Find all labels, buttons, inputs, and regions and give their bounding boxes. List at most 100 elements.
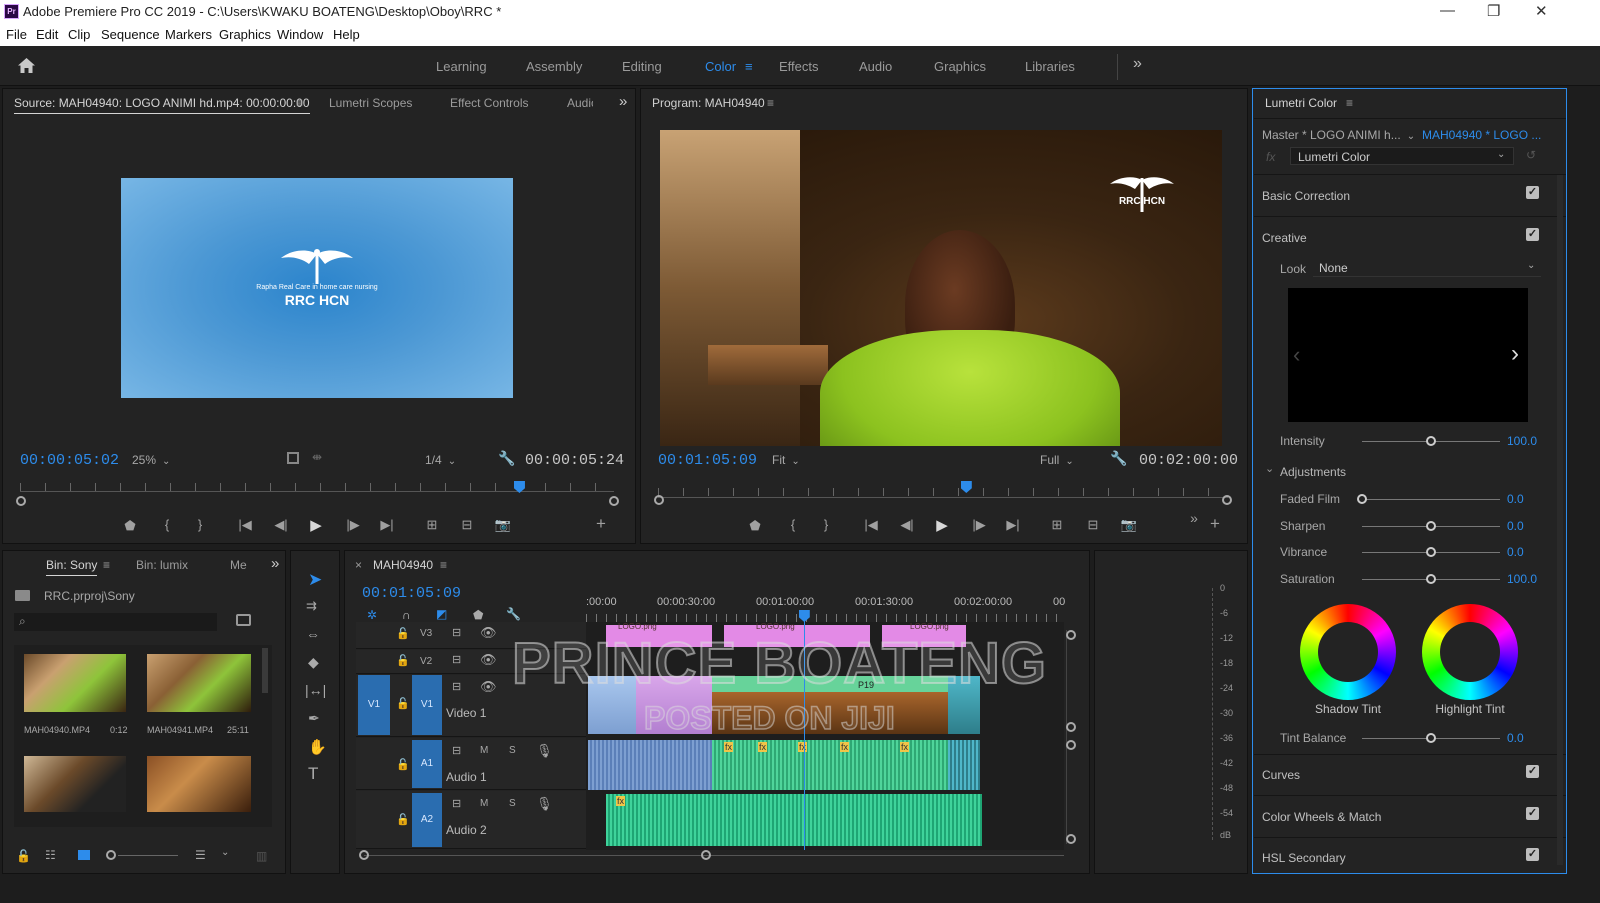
program-zoom-handle-right[interactable] bbox=[1222, 495, 1232, 505]
highlight-tint-wheel[interactable] bbox=[1422, 604, 1518, 700]
sharpen-value[interactable]: 0.0 bbox=[1507, 519, 1524, 533]
section-creative[interactable]: Creative bbox=[1262, 231, 1307, 245]
source-resolution-dropdown[interactable]: 1/4 bbox=[425, 453, 456, 467]
track-select-tool-icon[interactable]: ⇉ bbox=[306, 598, 317, 614]
razor-tool-icon[interactable]: ◆ bbox=[308, 654, 319, 671]
lock-track-icon[interactable]: 🔓 bbox=[396, 697, 410, 710]
timeline-vertical-scrollbar[interactable] bbox=[1066, 630, 1067, 844]
program-step-forward-icon[interactable]: |▶ bbox=[970, 517, 988, 533]
source-patch-v1[interactable]: V1 bbox=[358, 675, 390, 735]
workspace-learning[interactable]: Learning bbox=[436, 59, 487, 74]
project-overflow-icon[interactable]: » bbox=[271, 555, 279, 572]
insert-overwrite-icon[interactable]: ⇼ bbox=[312, 450, 322, 464]
reset-icon[interactable]: ↺ bbox=[1526, 148, 1536, 162]
timeline-settings-icon[interactable]: 🔧 bbox=[506, 607, 521, 621]
program-timecode[interactable]: 00:01:05:09 bbox=[658, 452, 757, 469]
faded-film-knob[interactable] bbox=[1357, 494, 1367, 504]
program-step-back-icon[interactable]: ◀| bbox=[898, 517, 916, 533]
project-search-input[interactable]: ⌕ bbox=[14, 613, 217, 631]
program-play-icon[interactable]: ▶ bbox=[933, 516, 951, 534]
settings-wrench-icon[interactable]: 🔧 bbox=[498, 450, 515, 467]
program-export-frame-icon[interactable]: 📷 bbox=[1120, 517, 1138, 533]
creative-checkbox[interactable]: ✓ bbox=[1526, 228, 1539, 241]
type-tool-icon[interactable]: T bbox=[308, 764, 318, 784]
source-zoom-dropdown[interactable]: 25% bbox=[132, 453, 170, 467]
lock-track-icon[interactable]: 🔓 bbox=[396, 758, 410, 771]
tab-source[interactable]: Source: MAH04940: LOGO ANIMI hd.mp4: 00:… bbox=[14, 96, 310, 114]
lift-icon[interactable]: ⊞ bbox=[1048, 517, 1066, 533]
menu-sequence[interactable]: Sequence bbox=[101, 27, 160, 42]
toggle-sync-icon[interactable]: ⊟ bbox=[452, 744, 461, 757]
look-dropdown[interactable]: None ⌄ bbox=[1313, 259, 1541, 277]
thumbnail-clip-3[interactable] bbox=[24, 756, 126, 812]
effect-dropdown[interactable]: Lumetri Color ⌄ bbox=[1290, 147, 1514, 165]
clip-audio-a2[interactable]: fx bbox=[606, 794, 982, 846]
program-go-to-in-icon[interactable]: |◀ bbox=[862, 517, 880, 533]
program-mark-in-icon[interactable]: { bbox=[784, 517, 802, 532]
extract-icon[interactable]: ⊟ bbox=[1084, 517, 1102, 533]
eye-icon[interactable]: 👁 bbox=[480, 625, 497, 641]
program-button-editor-plus-icon[interactable]: + bbox=[1206, 514, 1224, 534]
clip-audio-a1[interactable]: fx fx fx fx fx bbox=[712, 740, 948, 790]
nest-icon[interactable]: ✲ bbox=[367, 608, 377, 622]
vibrance-value[interactable]: 0.0 bbox=[1507, 545, 1524, 559]
selection-tool-icon[interactable]: ➤ bbox=[308, 570, 322, 590]
toggle-sync-icon[interactable]: ⊟ bbox=[452, 797, 461, 810]
program-scrub-bar[interactable] bbox=[658, 497, 1228, 498]
scroll-handle[interactable] bbox=[1066, 834, 1076, 844]
faded-film-slider[interactable] bbox=[1362, 499, 1500, 500]
section-color-wheels-match[interactable]: Color Wheels & Match bbox=[1262, 810, 1381, 824]
snap-magnet-icon[interactable]: ∩ bbox=[402, 608, 411, 622]
menu-help[interactable]: Help bbox=[333, 27, 360, 42]
overwrite-icon[interactable]: ⊟ bbox=[458, 517, 476, 533]
toggle-sync-icon[interactable]: ⊟ bbox=[452, 653, 461, 666]
vibrance-knob[interactable] bbox=[1426, 547, 1436, 557]
section-hsl-secondary[interactable]: HSL Secondary bbox=[1262, 851, 1346, 865]
program-overflow-icon[interactable]: » bbox=[1185, 510, 1203, 526]
slip-tool-icon[interactable]: |↔| bbox=[305, 682, 326, 698]
icon-view-icon[interactable] bbox=[78, 850, 90, 860]
source-zoom-handle-right[interactable] bbox=[609, 496, 619, 506]
pen-tool-icon[interactable]: ✒ bbox=[308, 710, 320, 727]
home-icon[interactable] bbox=[17, 57, 36, 74]
safe-margins-icon[interactable] bbox=[287, 452, 299, 464]
source-tab-menu-icon[interactable]: ≡ bbox=[296, 96, 303, 110]
microphone-icon[interactable]: 🎙 bbox=[536, 796, 553, 812]
section-curves[interactable]: Curves bbox=[1262, 768, 1300, 782]
tab-bin-lumix[interactable]: Bin: lumix bbox=[136, 558, 188, 572]
track-target-a2[interactable]: A2 bbox=[412, 793, 442, 847]
source-zoom-handle-left[interactable] bbox=[16, 496, 26, 506]
color-wheels-checkbox[interactable]: ✓ bbox=[1526, 807, 1539, 820]
tab-effect-controls[interactable]: Effect Controls bbox=[450, 96, 528, 110]
scroll-handle[interactable] bbox=[1066, 740, 1076, 750]
workspace-color[interactable]: Color bbox=[705, 59, 736, 74]
program-zoom-handle-left[interactable] bbox=[654, 495, 664, 505]
clip-audio-a1[interactable] bbox=[948, 740, 980, 790]
tab-bin-sony[interactable]: Bin: Sony bbox=[46, 558, 98, 576]
close-button[interactable]: ✕ bbox=[1535, 2, 1548, 20]
thumbnail-mah04941[interactable] bbox=[147, 654, 251, 712]
look-previous-icon[interactable]: ‹ bbox=[1293, 342, 1300, 368]
solo-button[interactable]: S bbox=[509, 745, 516, 756]
menu-graphics[interactable]: Graphics bbox=[219, 27, 271, 42]
thumbnail-mah04940[interactable] bbox=[24, 654, 126, 712]
scroll-handle[interactable] bbox=[1066, 722, 1076, 732]
insert-icon[interactable]: ⊞ bbox=[423, 517, 441, 533]
program-mark-out-icon[interactable]: } bbox=[817, 517, 835, 532]
program-resolution-dropdown[interactable]: Full bbox=[1040, 453, 1074, 467]
tint-balance-value[interactable]: 0.0 bbox=[1507, 731, 1524, 745]
go-to-out-icon[interactable]: ▶| bbox=[378, 517, 396, 533]
mark-in-icon[interactable]: { bbox=[158, 517, 176, 532]
source-timecode[interactable]: 00:00:05:02 bbox=[20, 452, 119, 469]
scroll-handle[interactable] bbox=[1066, 630, 1076, 640]
timeline-timecode[interactable]: 00:01:05:09 bbox=[362, 585, 461, 602]
curves-checkbox[interactable]: ✓ bbox=[1526, 765, 1539, 778]
eye-icon[interactable]: 👁 bbox=[480, 679, 497, 695]
program-settings-wrench-icon[interactable]: 🔧 bbox=[1110, 450, 1127, 467]
button-editor-plus-icon[interactable]: + bbox=[592, 514, 610, 534]
tab-program[interactable]: Program: MAH04940 bbox=[652, 96, 765, 110]
play-icon[interactable]: ▶ bbox=[307, 516, 325, 534]
toggle-sync-icon[interactable]: ⊟ bbox=[452, 680, 461, 693]
source-overflow-icon[interactable]: » bbox=[619, 93, 627, 110]
lock-track-icon[interactable]: 🔓 bbox=[396, 627, 410, 640]
